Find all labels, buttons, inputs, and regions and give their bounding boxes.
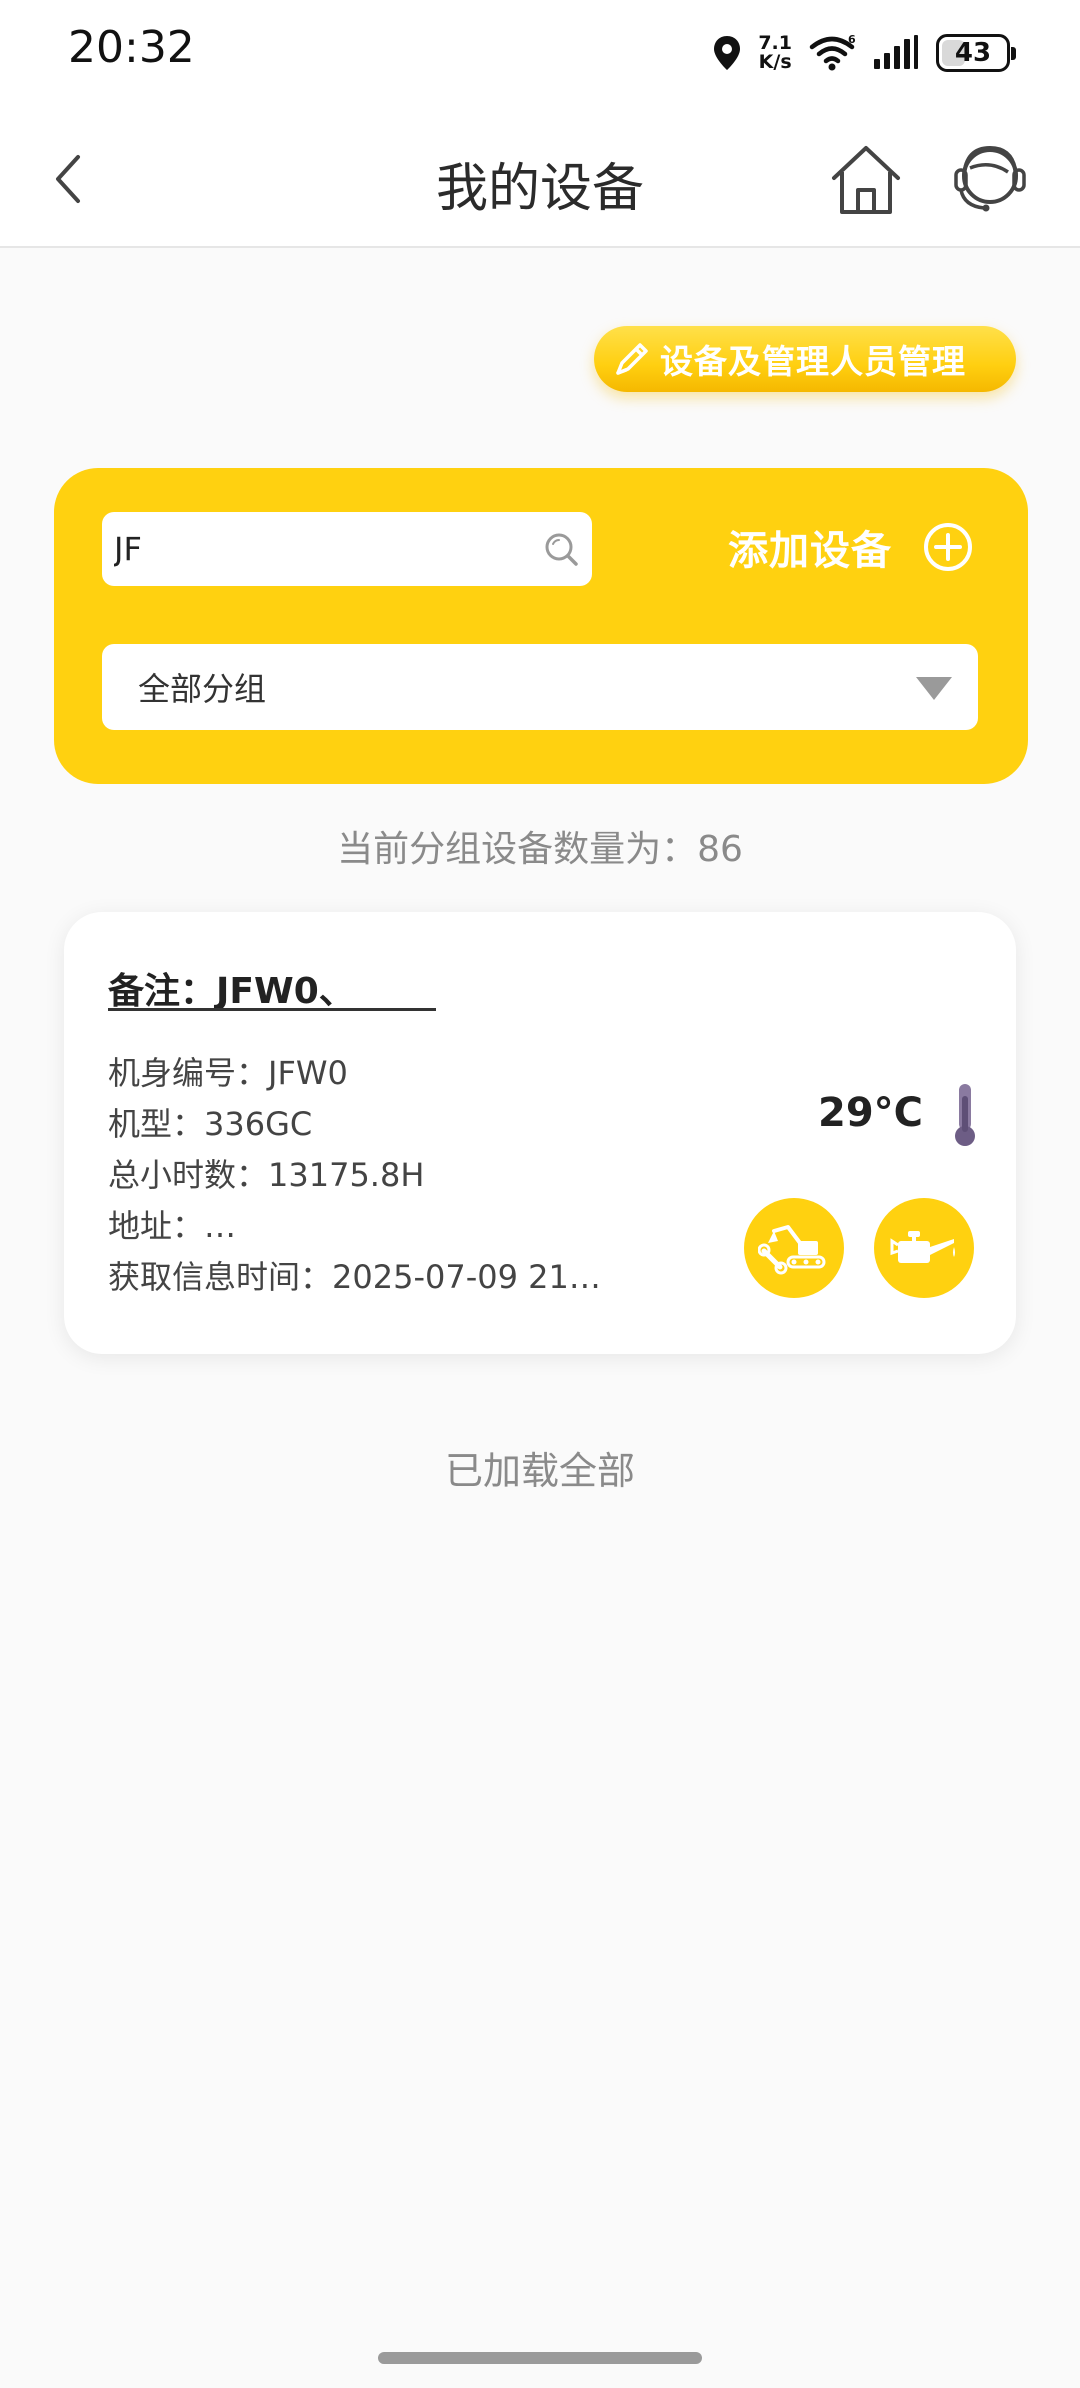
search-input[interactable] xyxy=(114,512,514,586)
device-count: 当前分组设备数量为：86 xyxy=(337,829,743,870)
status-icons: 7.1 K/s 6 43 xyxy=(712,28,1016,78)
status-time: 20:32 xyxy=(68,22,195,73)
customer-service-icon xyxy=(954,145,1026,212)
device-staff-manage-label: 设备及管理人员管理 xyxy=(660,342,966,381)
device-fetch-time: 获取信息时间：2025-07-09 21… xyxy=(108,1258,601,1296)
device-address: 地址：… xyxy=(108,1207,237,1245)
filter-panel: 添加设备 全部分组 xyxy=(54,468,1028,784)
loaded-all-text: 已加载全部 xyxy=(444,1449,635,1493)
battery-level: 43 xyxy=(954,38,992,68)
nav-bar: 我的设备 xyxy=(0,110,1080,248)
device-staff-manage-button[interactable]: 设备及管理人员管理 xyxy=(594,326,1016,392)
oil-can-button[interactable] xyxy=(874,1198,974,1298)
group-select[interactable]: 全部分组 xyxy=(102,644,978,730)
signal-icon xyxy=(874,35,918,69)
group-select-value: 全部分组 xyxy=(138,670,267,708)
pencil-icon xyxy=(616,343,648,375)
search-box xyxy=(102,512,592,586)
device-card[interactable]: 备注：JFW0、 机身编号：JFW0 机型：336GC 总小时数：13175.8… xyxy=(64,912,1016,1354)
net-speed: 7.1 K/s xyxy=(758,34,792,72)
remark-underline xyxy=(108,1008,436,1011)
chevron-down-icon xyxy=(916,677,952,700)
excavator-repair-button[interactable] xyxy=(744,1198,844,1298)
page-title: 我的设备 xyxy=(435,159,644,219)
thermometer-icon xyxy=(955,1084,975,1146)
search-icon[interactable] xyxy=(542,530,580,568)
oil-can-icon xyxy=(890,1231,955,1263)
device-info: 机身编号：JFW0 机型：336GC 总小时数：13175.8H 地址：… 获取… xyxy=(108,1048,601,1303)
add-device-label: 添加设备 xyxy=(728,528,892,574)
status-bar: 20:32 7.1 K/s 6 43 xyxy=(0,0,1080,110)
excavator-repair-icon xyxy=(758,1225,826,1275)
home-icon xyxy=(832,146,900,214)
device-model: 机型：336GC xyxy=(108,1105,313,1143)
customer-service-button[interactable] xyxy=(950,138,1030,218)
net-speed-unit: K/s xyxy=(758,51,792,73)
screen: 20:32 7.1 K/s 6 43 我的设备 设备及管理人员管理 JF 添加设… xyxy=(0,0,1080,2388)
plus-circle-icon xyxy=(924,523,972,571)
location-icon xyxy=(714,36,741,70)
home-button[interactable] xyxy=(826,140,906,220)
svg-text:6: 6 xyxy=(848,33,856,46)
device-temperature: 29°C xyxy=(818,1090,924,1136)
wifi-icon: 6 xyxy=(809,33,856,71)
home-indicator[interactable] xyxy=(378,2352,702,2364)
add-device-button[interactable]: 添加设备 xyxy=(728,518,974,576)
battery-icon: 43 xyxy=(936,34,1016,72)
device-remark[interactable]: 备注：JFW0、 xyxy=(108,962,355,1014)
device-serial: 机身编号：JFW0 xyxy=(108,1054,348,1092)
device-hours: 总小时数：13175.8H xyxy=(108,1156,425,1194)
